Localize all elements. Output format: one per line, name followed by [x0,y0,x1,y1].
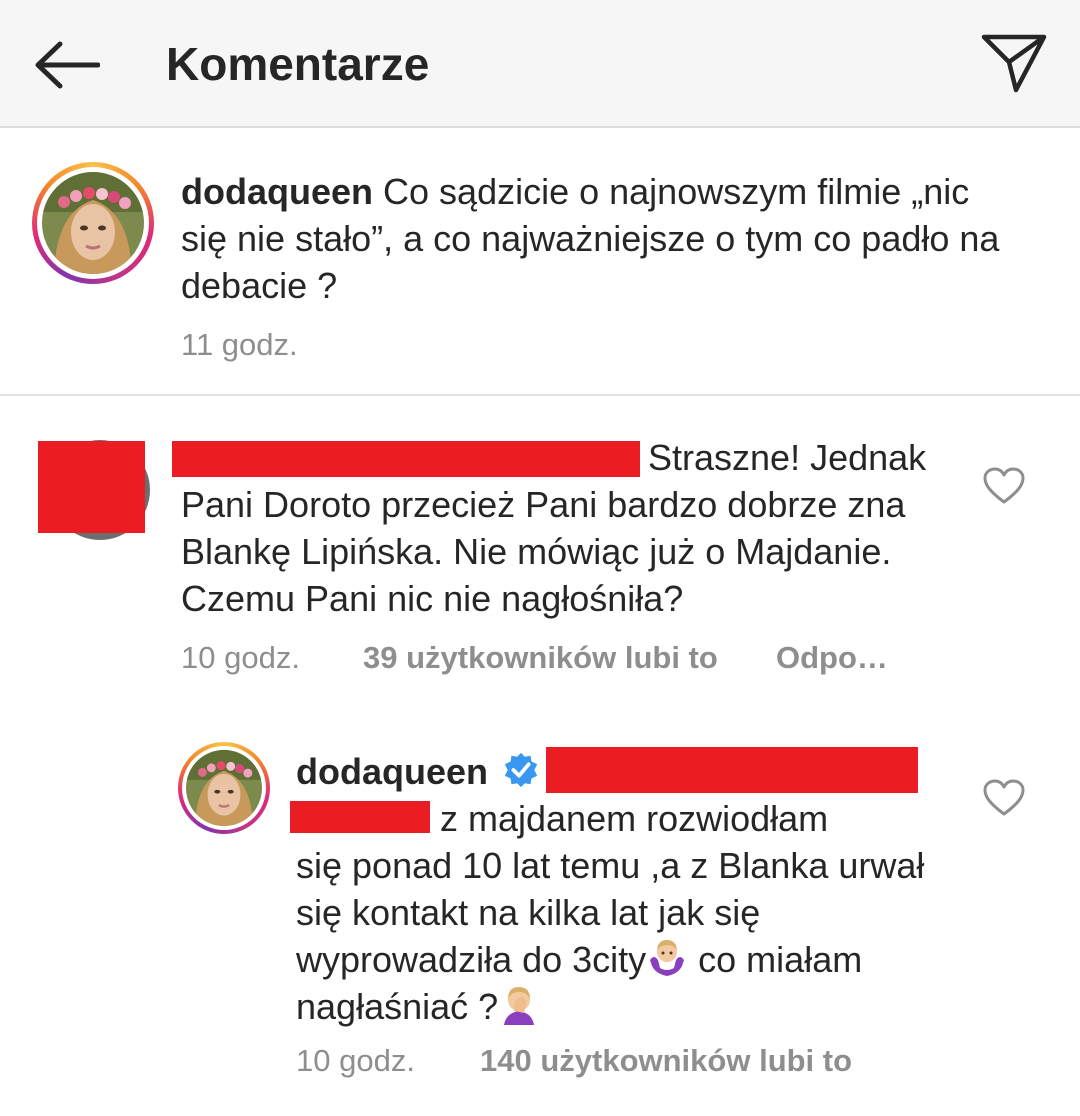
reply-avatar[interactable] [178,742,270,834]
reply-time: 10 godz. [296,1043,415,1078]
reply-likes[interactable]: 140 użytkowników lubi to [480,1041,852,1081]
redacted-mention-2 [290,801,430,833]
comment-text-line1: Straszne! Jednak [648,437,927,478]
top-bar: Komentarze [0,0,1080,128]
comment-likes[interactable]: 39 użytkowników lubi to [363,638,718,678]
verified-badge-icon [504,752,538,788]
divider [0,394,1080,396]
avatar-photo [42,172,144,274]
caption-time: 11 godz. [181,327,298,362]
page-title: Komentarze [166,38,430,90]
like-heart-icon[interactable] [982,466,1026,506]
caption-text: dodaqueen Co sądzicie o najnowszym filmi… [181,168,1001,309]
like-heart-icon[interactable] [982,778,1026,818]
redacted-username [172,441,640,477]
caption-username[interactable]: dodaqueen [181,171,373,212]
comment-time: 10 godz. [181,640,300,675]
paper-plane-icon [981,34,1047,93]
person-facepalming-icon [498,983,540,1025]
redacted-avatar [38,441,145,533]
reply-text: się ponad 10 lat temu ,a z Blanka urwał … [296,845,925,1027]
back-button[interactable] [28,34,104,96]
avatar-photo [186,750,262,826]
reply-username[interactable]: dodaqueen [296,751,488,792]
comment-text: Pani Doroto przecież Pani bardzo dobrze … [181,484,906,619]
caption-avatar[interactable] [32,162,154,284]
share-button[interactable] [976,30,1052,96]
redacted-mention [546,747,918,793]
person-shrugging-icon [646,936,688,978]
reply-header: dodaqueen [296,748,540,795]
reply-button[interactable]: Odpo… [776,638,888,678]
arrow-left-icon [35,41,100,89]
reply-text-line1: z majdanem rozwiodłam [440,798,829,839]
